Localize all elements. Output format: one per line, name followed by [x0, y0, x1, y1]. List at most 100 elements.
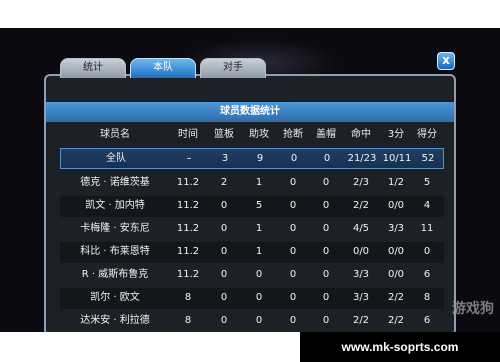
column-header: 盖帽	[316, 129, 336, 140]
column-header: 球员名	[100, 129, 130, 140]
stat-cell: 11.2	[176, 200, 200, 211]
stat-cell: 2/2	[387, 292, 405, 303]
tab-opponent[interactable]: 对手	[200, 58, 266, 78]
player-name: 凯尔 · 欧文	[90, 292, 140, 303]
stat-cell: 11	[420, 223, 434, 234]
close-icon: x	[442, 53, 450, 67]
player-row[interactable]: 卡梅隆 · 安东尼 11.2 0 1 0 0 4/5 3/3 11	[60, 219, 444, 240]
stat-cell: 0	[322, 246, 330, 257]
stat-cell: 10/11	[382, 153, 412, 164]
column-header: 3分	[387, 129, 405, 140]
stat-cell: 0	[220, 223, 228, 234]
stat-cell: 0	[220, 200, 228, 211]
stat-cell: 0	[322, 223, 330, 234]
stat-cell: 0	[322, 292, 330, 303]
stat-cell: 3/3	[352, 269, 370, 280]
stat-cell: 2/2	[352, 315, 370, 326]
stat-cell: 0	[255, 315, 263, 326]
column-header: 助攻	[249, 129, 269, 140]
player-name: 达米安 · 利拉德	[80, 315, 150, 326]
stat-cell: 3	[221, 153, 229, 164]
stat-cell: 0	[220, 315, 228, 326]
stat-cell: 4/5	[352, 223, 370, 234]
column-header: 时间	[178, 129, 198, 140]
stat-cell: 11.2	[176, 223, 200, 234]
stat-cell: 3/3	[387, 223, 405, 234]
stat-cell: 1	[255, 177, 263, 188]
stat-cell: 0	[322, 177, 330, 188]
stat-cell: 0	[255, 292, 263, 303]
stat-cell: 0	[322, 315, 330, 326]
stat-cell: 3/3	[352, 292, 370, 303]
stat-cell: 4	[423, 200, 431, 211]
stat-cell: 0/0	[352, 246, 370, 257]
panel-title: 球员数据统计	[46, 102, 454, 122]
stat-cell: 0/0	[387, 200, 405, 211]
player-name: R · 威斯布鲁克	[81, 269, 149, 280]
player-name: 凯文 · 加内特	[85, 200, 145, 211]
stat-cell: 5	[255, 200, 263, 211]
stat-cell: 0	[289, 315, 297, 326]
stat-cell: 5	[423, 177, 431, 188]
player-name: 全队	[106, 153, 126, 164]
stat-cell: 6	[423, 269, 431, 280]
stat-cell: 0	[323, 153, 331, 164]
stat-cell: 8	[423, 292, 431, 303]
watermark-logo: 游戏狗	[452, 301, 494, 317]
player-row[interactable]: 德克 · 诺维茨基 11.2 2 1 0 0 2/3 1/2 5	[60, 173, 444, 194]
stat-cell: 0	[322, 269, 330, 280]
stat-cell: 2/2	[352, 200, 370, 211]
stat-cell: 11.2	[176, 269, 200, 280]
stat-cell: 21/23	[347, 153, 377, 164]
player-row[interactable]: R · 威斯布鲁克 11.2 0 0 0 0 3/3 0/0 6	[60, 265, 444, 286]
player-row[interactable]: 达米安 · 利拉德 8 0 0 0 0 2/2 2/2 6	[60, 311, 444, 332]
stat-cell: 0	[290, 153, 298, 164]
stat-cell: 1	[255, 246, 263, 257]
stat-cell: 52	[421, 153, 435, 164]
stat-cell: 1	[255, 223, 263, 234]
stat-cell: 1/2	[387, 177, 405, 188]
close-button[interactable]: x	[437, 52, 455, 70]
player-name: 德克 · 诺维茨基	[80, 177, 150, 188]
stat-cell: 11.2	[176, 246, 200, 257]
stat-cell: 11.2	[176, 177, 200, 188]
stat-cell: 0	[220, 246, 228, 257]
player-row[interactable]: 凯尔 · 欧文 8 0 0 0 0 3/3 2/2 8	[60, 288, 444, 309]
stat-cell: 2	[220, 177, 228, 188]
tab-bar: 统计 本队 对手	[60, 58, 266, 78]
stat-cell: 0	[255, 269, 263, 280]
footer-url: www.mk-soprts.com	[300, 332, 500, 362]
table-header: 球员名 时间 篮板 助攻 抢断 盖帽 命中 3分 得分	[46, 125, 454, 145]
tab-own-team[interactable]: 本队	[130, 58, 196, 78]
stat-cell: 0	[423, 246, 431, 257]
stat-cell: 0/0	[387, 269, 405, 280]
column-header: 抢断	[283, 129, 303, 140]
stat-cell: 8	[184, 315, 192, 326]
stat-cell: –	[186, 153, 192, 164]
player-name: 科比 · 布莱恩特	[80, 246, 150, 257]
stat-cell: 6	[423, 315, 431, 326]
stats-panel: 球员数据统计 球员名 时间 篮板 助攻 抢断 盖帽 命中 3分 得分 全队 – 3 9 0 0 21/23 1…	[44, 74, 456, 332]
stat-cell: 0	[289, 223, 297, 234]
stat-cell: 0/0	[387, 246, 405, 257]
stat-cell: 0	[322, 200, 330, 211]
player-row[interactable]: 科比 · 布莱恩特 11.2 0 1 0 0 0/0 0/0 0	[60, 242, 444, 263]
column-header: 命中	[351, 129, 371, 140]
stat-cell: 0	[289, 292, 297, 303]
stat-cell: 0	[289, 177, 297, 188]
player-name: 卡梅隆 · 安东尼	[80, 223, 150, 234]
stat-cell: 0	[220, 292, 228, 303]
team-total-row[interactable]: 全队 – 3 9 0 0 21/23 10/11 52	[60, 148, 444, 169]
stat-cell: 2/2	[387, 315, 405, 326]
stat-cell: 0	[289, 246, 297, 257]
stat-cell: 2/3	[352, 177, 370, 188]
stat-cell: 0	[289, 200, 297, 211]
stat-cell: 0	[220, 269, 228, 280]
stat-cell: 9	[256, 153, 264, 164]
tab-stats[interactable]: 统计	[60, 58, 126, 78]
column-header: 得分	[417, 129, 437, 140]
stat-cell: 8	[184, 292, 192, 303]
player-row[interactable]: 凯文 · 加内特 11.2 0 5 0 0 2/2 0/0 4	[60, 196, 444, 217]
stat-cell: 0	[289, 269, 297, 280]
column-header: 篮板	[214, 129, 234, 140]
